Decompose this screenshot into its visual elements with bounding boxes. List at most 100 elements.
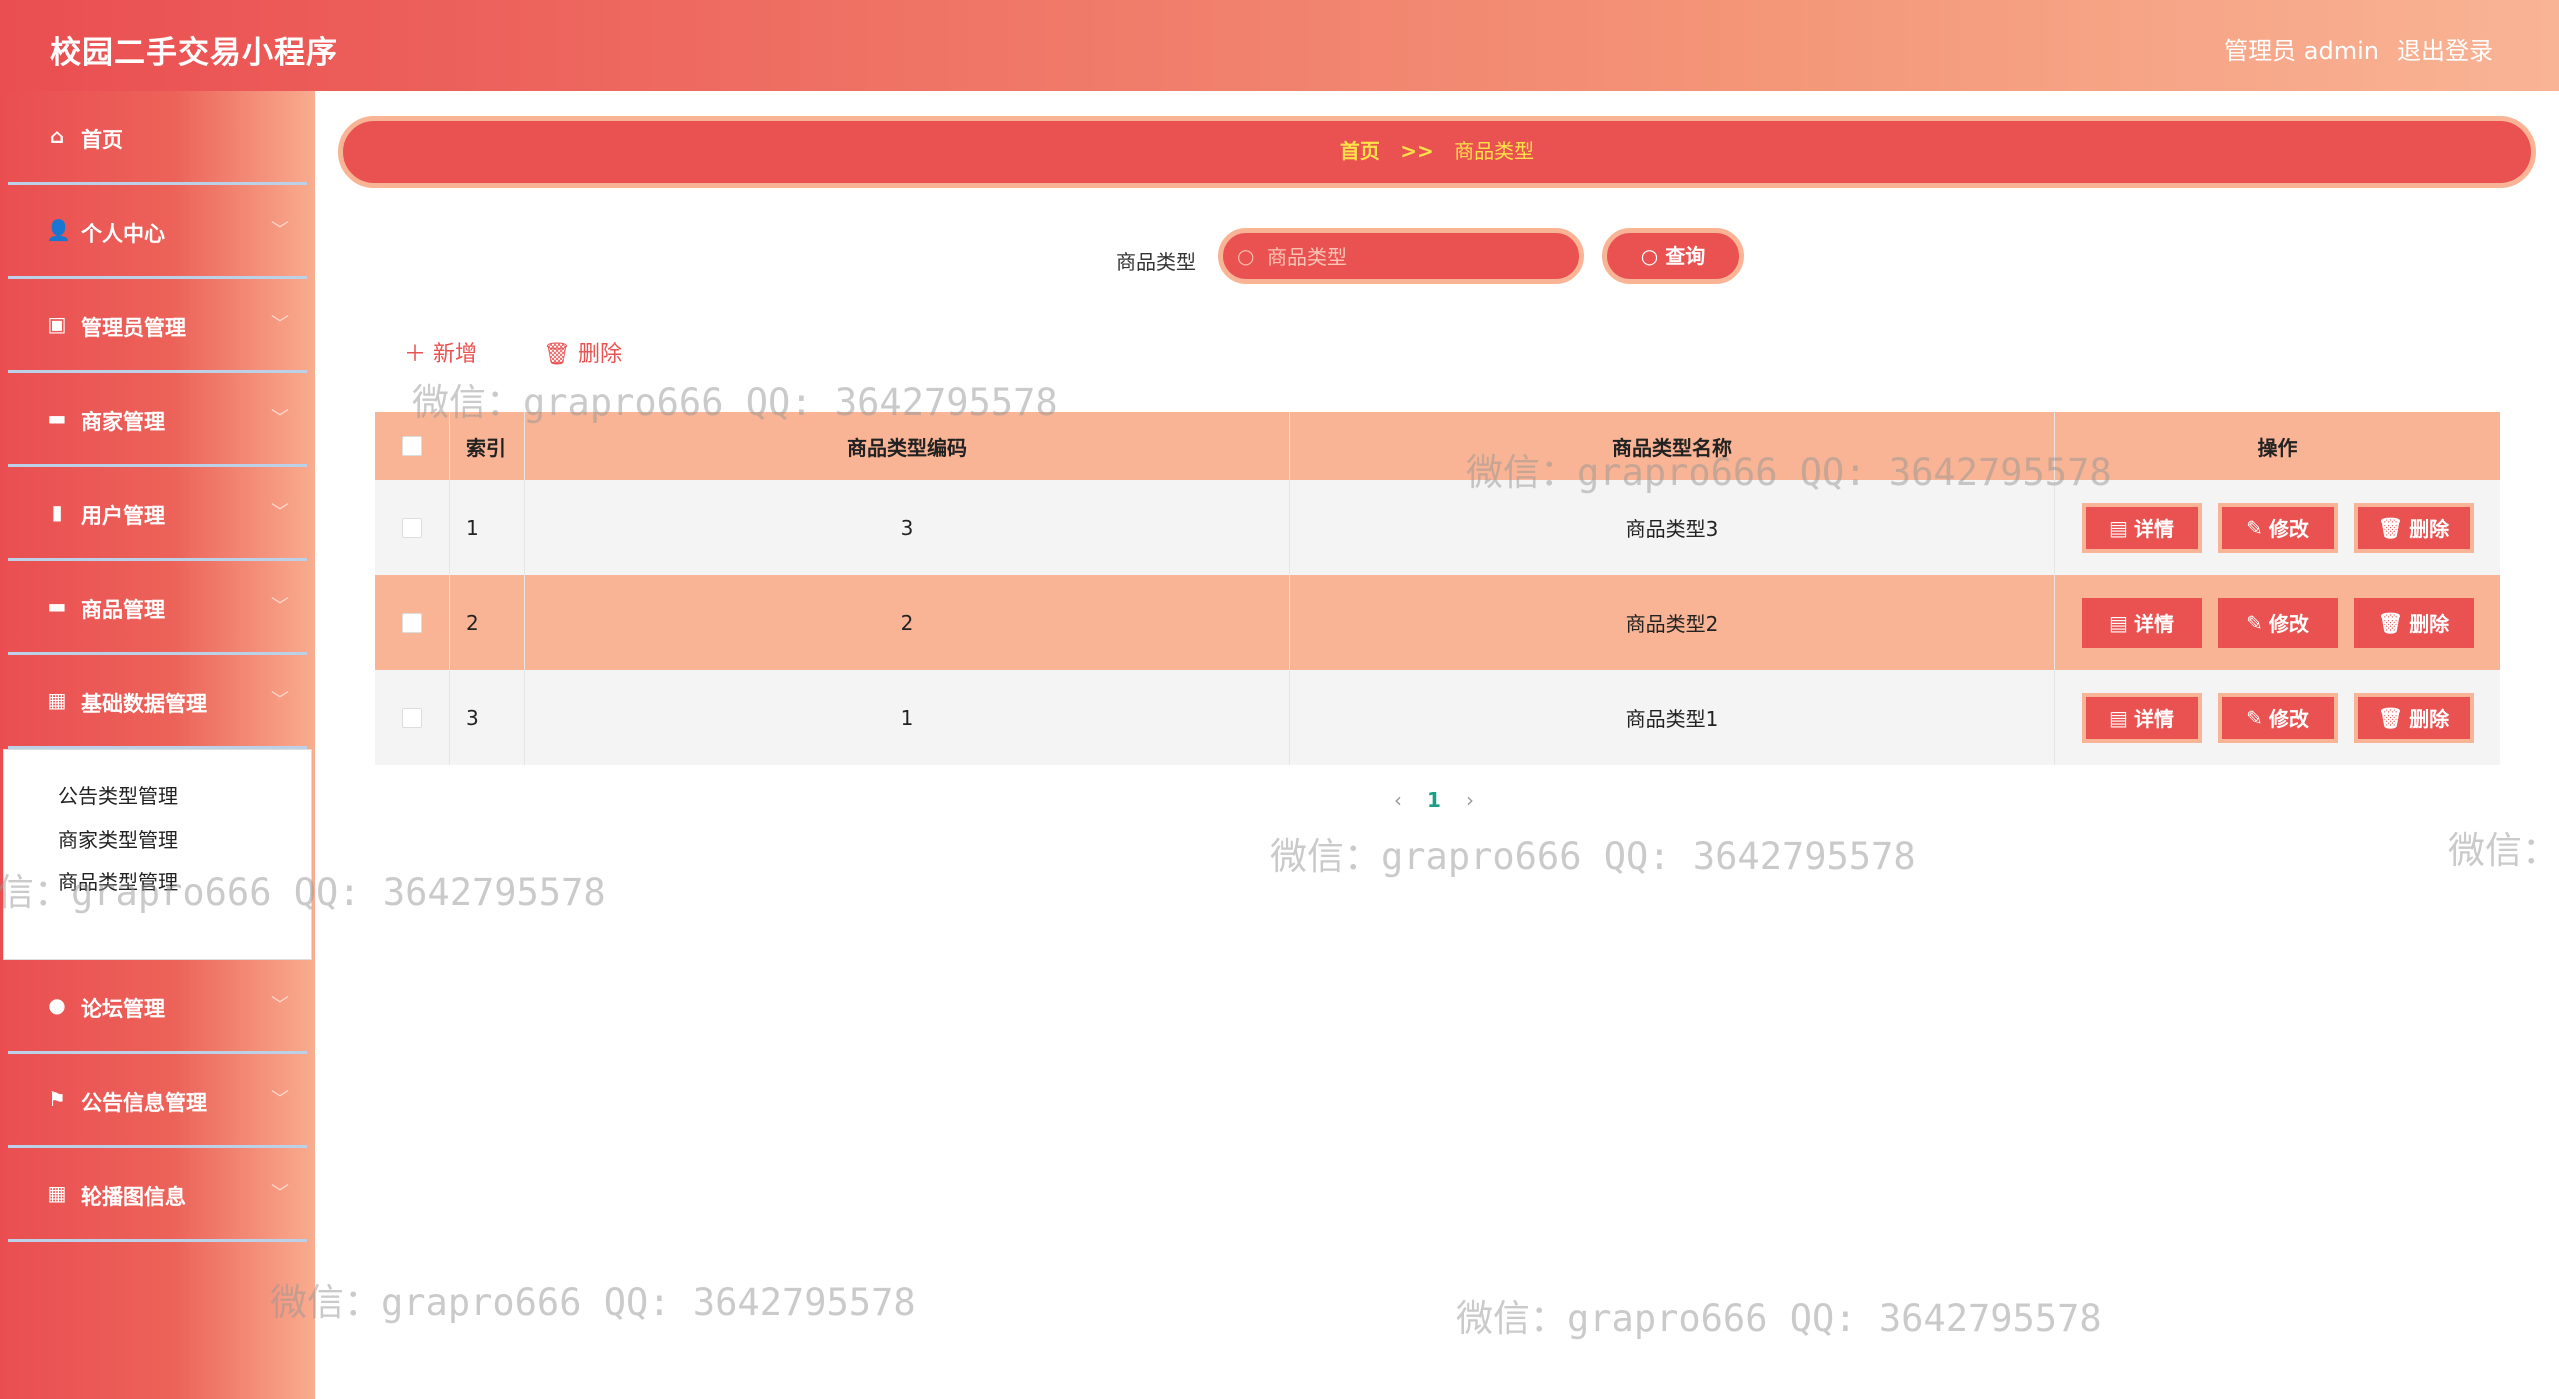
chat-icon: ▬	[47, 406, 67, 430]
submenu-item[interactable]: 商品类型管理	[58, 866, 178, 895]
submenu-basic-data: 公告类型管理 商家类型管理 商品类型管理	[3, 749, 312, 960]
row-select-cell	[375, 480, 450, 575]
submenu-item[interactable]: 商家类型管理	[58, 824, 178, 853]
sidebar-item-label: 商品管理	[81, 598, 165, 622]
detail-button[interactable]: ▤ 详情	[2081, 502, 2202, 553]
detail-label: 详情	[2133, 612, 2174, 636]
sidebar-item-label: 商家管理	[81, 410, 165, 434]
edit-label: 修改	[2268, 517, 2309, 541]
sidebar-item[interactable]: ● 论坛管理 ﹀	[8, 960, 307, 1054]
sidebar-item[interactable]: ⚑ 公告信息管理 ﹀	[8, 1054, 307, 1148]
search-field[interactable]: ○	[1218, 228, 1584, 284]
row-checkbox[interactable]	[402, 707, 422, 728]
sidebar-item[interactable]: ▬ 商家管理 ﹀	[8, 373, 307, 467]
trash-icon: 🗑	[2377, 705, 2404, 730]
page-current[interactable]: 1	[1416, 788, 1452, 812]
chevron-down-icon: ﹀	[271, 1089, 289, 1110]
prev-page-icon[interactable]: ‹	[1380, 788, 1416, 812]
sidebar-item[interactable]: ⌂ 首页	[8, 91, 307, 185]
cell-ops: ▤ 详情 ✎ 修改 🗑 删除	[2055, 480, 2500, 575]
chevron-down-icon: ﹀	[271, 220, 289, 241]
grid-icon: ▦	[47, 688, 67, 712]
goods-icon: ▬	[47, 594, 67, 618]
pencil-icon: ✎	[2246, 515, 2263, 540]
pagination: ‹ 1 ›	[1380, 788, 1488, 812]
delete-button[interactable]: 🗑 删除	[2353, 502, 2474, 553]
cell-index: 3	[450, 670, 525, 765]
watermark: 微信：grapro666 QQ: 3642795578	[1456, 1297, 2102, 1340]
current-user: 管理员 admin	[2224, 37, 2379, 65]
edit-label: 修改	[2268, 612, 2309, 636]
search-input[interactable]	[1267, 243, 1567, 271]
header-name: 商品类型名称	[1290, 412, 2055, 480]
app-title: 校园二手交易小程序	[50, 35, 338, 71]
top-header: 校园二手交易小程序 管理员 admin 退出登录	[0, 0, 2559, 91]
sidebar-item-label: 首页	[81, 128, 123, 152]
cell-name: 商品类型3	[1290, 480, 2055, 575]
search-icon: ○	[1640, 244, 1666, 268]
trash-icon: 🗑	[2377, 610, 2404, 635]
query-button[interactable]: ○ 查询	[1602, 228, 1744, 284]
delete-label: 删除	[2409, 612, 2450, 636]
logout-link[interactable]: 退出登录	[2397, 31, 2493, 66]
watermark: 微信：grapro666 QQ: 3642795578	[270, 1281, 916, 1324]
detail-label: 详情	[2133, 707, 2174, 731]
cell-index: 2	[450, 575, 525, 670]
chevron-down-icon: ﹀	[271, 314, 289, 335]
cell-index: 1	[450, 480, 525, 575]
detail-button[interactable]: ▤ 详情	[2081, 597, 2202, 648]
submenu-item[interactable]: 公告类型管理	[58, 780, 178, 809]
edit-button[interactable]: ✎ 修改	[2217, 502, 2338, 553]
sidebar-item[interactable]: 👤 个人中心 ﹀	[8, 185, 307, 279]
location-icon: ●	[48, 993, 66, 1017]
next-page-icon[interactable]: ›	[1452, 788, 1488, 812]
sidebar-item[interactable]: ▮ 用户管理 ﹀	[8, 467, 307, 561]
cell-code: 2	[525, 575, 1290, 670]
table-row: 1 3 商品类型3 ▤ 详情 ✎ 修改 🗑 删除	[375, 480, 2500, 575]
watermark: 微信：grapro666 QQ: 3642795578	[2448, 829, 2559, 872]
pencil-icon: ✎	[2246, 705, 2263, 730]
add-button[interactable]: ＋ 新增	[404, 336, 477, 368]
sidebar-item-label: 轮播图信息	[81, 1185, 186, 1209]
cell-name: 商品类型1	[1290, 670, 2055, 765]
delete-button[interactable]: 🗑 删除	[2353, 597, 2474, 648]
sidebar-item[interactable]: ▦ 轮播图信息 ﹀	[8, 1148, 307, 1242]
breadcrumb-home[interactable]: 首页	[1340, 139, 1380, 163]
trash-icon: 🗑	[2377, 515, 2404, 540]
delete-button[interactable]: 🗑 删除	[2353, 692, 2474, 743]
select-all-cell	[375, 412, 450, 480]
query-label: 查询	[1665, 244, 1706, 268]
breadcrumb-separator: >>	[1400, 139, 1434, 163]
admin-icon: ▣	[47, 312, 67, 336]
user-icon: 👤	[46, 218, 71, 242]
delete-label: 删除	[2409, 517, 2450, 541]
header-ops: 操作	[2257, 435, 2298, 460]
watermark: 微信：grapro666 QQ: 3642795578	[1270, 835, 1916, 878]
chevron-down-icon: ﹀	[271, 1183, 289, 1204]
document-icon: ▤	[2109, 515, 2128, 540]
document-icon: ▤	[2109, 705, 2128, 730]
row-checkbox[interactable]	[402, 612, 422, 633]
edit-button[interactable]: ✎ 修改	[2217, 692, 2338, 743]
home-icon: ⌂	[49, 124, 65, 148]
sidebar-item[interactable]: ▬ 商品管理 ﹀	[8, 561, 307, 655]
breadcrumb: 首页 >> 商品类型	[338, 116, 2536, 188]
cell-ops: ▤ 详情 ✎ 修改 🗑 删除	[2055, 670, 2500, 765]
row-checkbox[interactable]	[402, 517, 422, 538]
batch-delete-button[interactable]: 🗑 删除	[543, 336, 622, 368]
cell-code: 3	[525, 480, 1290, 575]
sidebar-item[interactable]: ▦ 基础数据管理 ﹀	[8, 655, 307, 749]
row-select-cell	[375, 670, 450, 765]
chevron-down-icon: ﹀	[271, 690, 289, 711]
delete-label: 删除	[2409, 707, 2450, 731]
sidebar-item[interactable]: ▣ 管理员管理 ﹀	[8, 279, 307, 373]
breadcrumb-current: 商品类型	[1454, 139, 1535, 163]
table-header: 索引 商品类型编码 商品类型名称 操作	[375, 412, 2500, 480]
select-all-checkbox[interactable]	[402, 436, 422, 456]
sidebar-item-label: 论坛管理	[81, 997, 165, 1021]
sidebar-item-label: 公告信息管理	[81, 1091, 207, 1115]
flag-icon: ⚑	[48, 1087, 66, 1111]
detail-button[interactable]: ▤ 详情	[2081, 692, 2202, 743]
grid-icon: ▦	[47, 1181, 67, 1205]
edit-button[interactable]: ✎ 修改	[2217, 597, 2338, 648]
